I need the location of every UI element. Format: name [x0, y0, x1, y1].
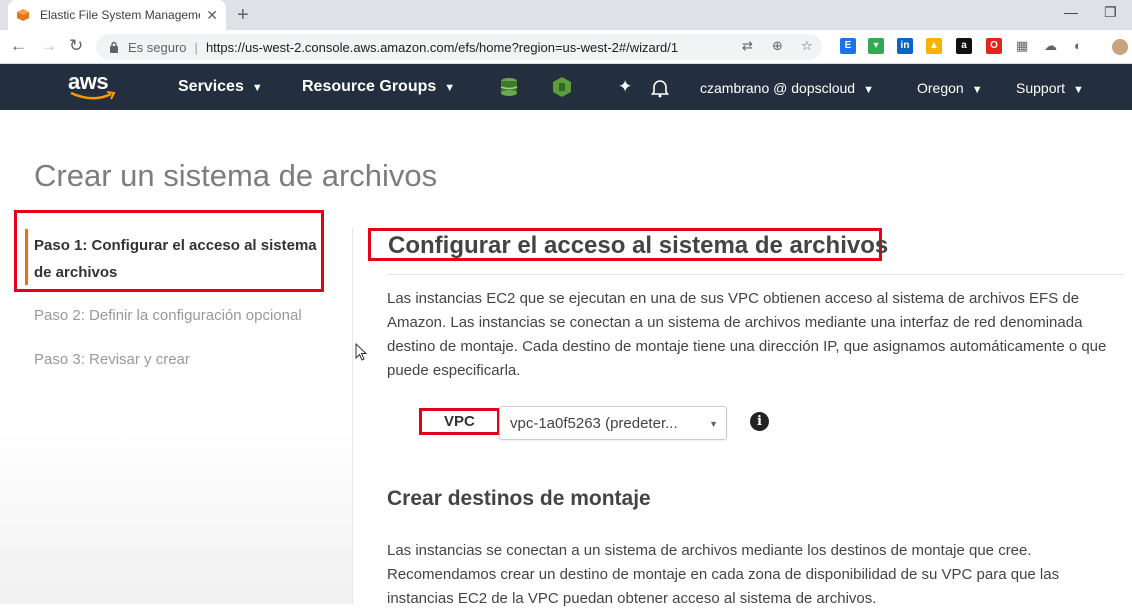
aws-navbar: aws Services ▼ Resource Groups ▼ ✦ czambra… [0, 64, 1132, 110]
circle-extension-icon[interactable]: ◐ [1074, 38, 1082, 53]
linkedin-icon[interactable]: in [897, 38, 913, 54]
intro-text: Las instancias EC2 que se ejecutan en un… [387, 290, 1107, 379]
close-tab-icon[interactable]: ✕ [206, 7, 218, 24]
browser-tab[interactable]: Elastic File System Management C ✕ [8, 0, 226, 30]
step-2[interactable]: Paso 2: Definir la configuración opciona… [34, 307, 302, 324]
aws-logo[interactable]: aws [68, 69, 116, 100]
step-1[interactable]: Paso 1: Configurar el acceso al sistema … [34, 232, 324, 286]
drive-icon[interactable]: ▲ [926, 38, 942, 54]
pin-icon[interactable]: ✦ [618, 77, 632, 97]
vpc-select[interactable]: vpc-1a0f5263 (predeter... ▼ [499, 406, 727, 440]
bottom-fade-overlay [0, 430, 352, 604]
url-text[interactable]: https://us-west-2.console.aws.amazon.com… [206, 40, 678, 55]
browser-tabstrip: Elastic File System Management C ✕ + — ❐ [0, 0, 1132, 30]
chevron-down-icon: ▼ [863, 84, 874, 96]
step-3[interactable]: Paso 3: Revisar y crear [34, 351, 190, 368]
inbox-extension-icon[interactable]: ▾ [868, 38, 884, 54]
chevron-down-icon: ▼ [709, 419, 718, 429]
new-tab-button[interactable]: + [237, 4, 249, 27]
bookmark-star-icon[interactable]: ☆ [801, 38, 813, 54]
mouse-cursor-icon [355, 343, 368, 361]
tab-title: Elastic File System Management C [40, 8, 200, 22]
translate-icon[interactable]: ⇄ [742, 38, 753, 54]
mount-targets-text: Las instancias se conectan a un sistema … [387, 542, 1060, 607]
forward-arrow-icon[interactable]: → [40, 36, 57, 56]
back-arrow-icon[interactable]: ← [10, 36, 27, 56]
page-title: Crear un sistema de archivos [34, 158, 438, 193]
active-step-indicator [25, 229, 28, 285]
efs-shortcut-icon[interactable] [552, 76, 572, 98]
restore-button[interactable]: ❐ [1104, 4, 1117, 21]
chevron-down-icon: ▼ [251, 82, 263, 94]
aws-smile-icon [70, 91, 116, 100]
address-bar[interactable]: Es seguro | https://us-west-2.console.aw… [96, 34, 822, 60]
secure-label: Es seguro [128, 39, 187, 55]
amazon-assistant-icon[interactable]: a [956, 38, 972, 54]
vpc-label: VPC [444, 413, 475, 430]
reload-icon[interactable]: ↻ [69, 36, 83, 56]
e-extension-icon[interactable]: E [840, 38, 856, 54]
cloud-extension-icon[interactable]: ☁ [1044, 38, 1057, 54]
database-shortcut-icon[interactable] [498, 76, 520, 98]
section-title: Configurar el acceso al sistema de archi… [388, 232, 889, 259]
browser-toolbar: ← → ↻ Es seguro | https://us-west-2.cons… [0, 30, 1132, 64]
profile-avatar[interactable] [1112, 39, 1128, 55]
aws-favicon-icon [17, 9, 29, 21]
mount-targets-title: Crear destinos de montaje [387, 487, 651, 510]
url-separator: | [194, 39, 198, 55]
chevron-down-icon: ▼ [1073, 84, 1084, 96]
account-menu[interactable]: czambrano @ dopscloud ▼ [700, 80, 874, 96]
support-menu[interactable]: Support ▼ [1016, 80, 1084, 96]
chevron-down-icon: ▼ [444, 82, 456, 94]
minimize-button[interactable]: — [1064, 4, 1078, 20]
lock-icon [110, 41, 118, 53]
resource-groups-menu[interactable]: Resource Groups ▼ [302, 78, 455, 96]
pdf-extension-icon[interactable]: ▦ [1016, 38, 1028, 54]
vertical-divider [352, 228, 353, 604]
services-menu[interactable]: Services ▼ [178, 78, 263, 96]
section-divider [387, 274, 1124, 275]
vpc-selected-value: vpc-1a0f5263 (predeter... [510, 414, 678, 432]
region-menu[interactable]: Oregon ▼ [917, 80, 983, 96]
bell-icon[interactable] [651, 78, 669, 98]
chevron-down-icon: ▼ [971, 84, 983, 96]
info-icon[interactable]: i [750, 412, 769, 431]
opera-icon[interactable]: O [986, 38, 1002, 54]
zoom-icon[interactable]: ⊕ [772, 38, 783, 54]
